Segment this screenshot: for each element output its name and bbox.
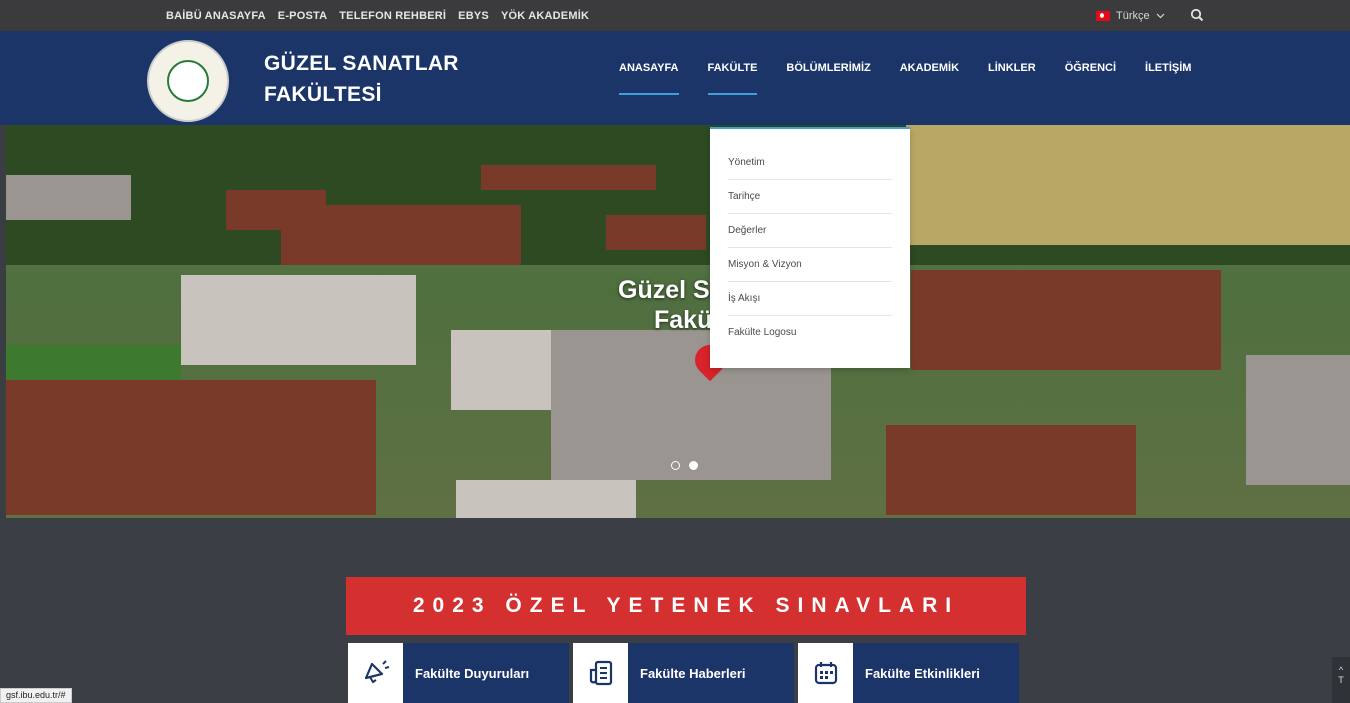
hero-title-line1: Güzel Sa xyxy=(618,276,724,304)
menu-item-tarihce[interactable]: Tarihçe xyxy=(728,180,892,214)
top-link-phonebook[interactable]: TELEFON REHBERİ xyxy=(339,10,446,22)
quick-links: Fakülte Duyuruları Fakülte Haberleri Fak… xyxy=(348,643,1019,703)
site-name-line2: FAKÜLTESİ xyxy=(264,83,382,106)
nav-akademik[interactable]: AKADEMİK xyxy=(900,62,959,95)
hero-building xyxy=(886,425,1136,515)
language-label: Türkçe xyxy=(1116,9,1150,22)
fakulte-dropdown-menu: Yönetim Tarihçe Değerler Misyon & Vizyon… xyxy=(710,127,910,368)
nav-bolumlerimiz[interactable]: BÖLÜMLERİMİZ xyxy=(786,62,870,95)
logo-emblem-icon xyxy=(167,60,209,102)
newspaper-icon xyxy=(573,643,628,703)
turkey-flag-icon xyxy=(1096,10,1110,21)
hero-building xyxy=(1246,355,1350,485)
hero-building xyxy=(606,215,706,250)
menu-item-is-akisi[interactable]: İş Akışı xyxy=(728,282,892,316)
chevron-up-icon: ^ xyxy=(1338,665,1344,675)
nav-ogrenci[interactable]: ÖĞRENCİ xyxy=(1065,62,1116,95)
menu-item-misyon-vizyon[interactable]: Misyon & Vizyon xyxy=(728,248,892,282)
menu-item-degerler[interactable]: Değerler xyxy=(728,214,892,248)
menu-item-yonetim[interactable]: Yönetim xyxy=(728,146,892,180)
nav-fakulte[interactable]: FAKÜLTE xyxy=(707,62,757,95)
card-events-label: Fakülte Etkinlikleri xyxy=(865,665,980,681)
hero-title-line2: Fakü xyxy=(654,306,713,334)
top-links: BAİBÜ ANASAYFA E-POSTA TELEFON REHBERİ E… xyxy=(166,0,589,31)
calendar-icon xyxy=(798,643,853,703)
hero-building xyxy=(6,380,376,515)
hero-fields-backdrop xyxy=(906,125,1350,245)
card-events[interactable]: Fakülte Etkinlikleri xyxy=(798,643,1019,703)
page: BAİBÜ ANASAYFA E-POSTA TELEFON REHBERİ E… xyxy=(0,0,1350,703)
megaphone-icon xyxy=(348,643,403,703)
top-link-email[interactable]: E-POSTA xyxy=(278,10,327,22)
back-to-top-label: T xyxy=(1338,675,1344,685)
hero-building xyxy=(911,270,1221,370)
hero-building xyxy=(456,480,636,518)
top-link-ebys[interactable]: EBYS xyxy=(458,10,489,22)
hero-title: Güzel Sa Fakü xyxy=(618,275,724,335)
slider-dot-active[interactable] xyxy=(689,461,698,470)
chevron-down-icon xyxy=(1156,13,1165,18)
university-logo[interactable] xyxy=(147,40,229,122)
nav-iletisim[interactable]: İLETİŞİM xyxy=(1145,62,1191,95)
menu-item-fakulte-logosu[interactable]: Fakülte Logosu xyxy=(728,316,892,350)
card-announcements[interactable]: Fakülte Duyuruları xyxy=(348,643,569,703)
site-name[interactable]: GÜZEL SANATLAR FAKÜLTESİ xyxy=(264,48,459,110)
hero-slider[interactable]: Güzel Sa Fakü xyxy=(6,125,1350,518)
slider-dot[interactable] xyxy=(671,461,680,470)
hero-building xyxy=(451,330,561,410)
main-nav: ANASAYFA FAKÜLTE BÖLÜMLERİMİZ AKADEMİK L… xyxy=(619,62,1220,95)
special-talent-exam-banner[interactable]: 2023 ÖZEL YETENEK SINAVLARI xyxy=(346,577,1026,635)
top-link-yok-akademik[interactable]: YÖK AKADEMİK xyxy=(501,10,589,22)
site-header: GÜZEL SANATLAR FAKÜLTESİ ANASAYFA FAKÜLT… xyxy=(0,31,1350,125)
nav-anasayfa[interactable]: ANASAYFA xyxy=(619,62,679,95)
language-selector[interactable]: Türkçe xyxy=(1096,0,1165,31)
back-to-top-button[interactable]: ^ T xyxy=(1332,657,1350,703)
search-icon[interactable] xyxy=(1190,8,1204,22)
hero-building xyxy=(226,190,326,230)
card-news-label: Fakülte Haberleri xyxy=(640,665,746,681)
top-utility-bar: BAİBÜ ANASAYFA E-POSTA TELEFON REHBERİ E… xyxy=(0,0,1350,31)
hero-building xyxy=(6,175,131,220)
card-news[interactable]: Fakülte Haberleri xyxy=(573,643,794,703)
hero-building xyxy=(181,275,416,365)
card-announcements-label: Fakülte Duyuruları xyxy=(415,665,530,681)
browser-status-url: gsf.ibu.edu.tr/# xyxy=(0,688,72,703)
slider-dots xyxy=(671,461,698,470)
nav-linkler[interactable]: LİNKLER xyxy=(988,62,1036,95)
hero-building xyxy=(481,165,656,190)
top-link-baibu-home[interactable]: BAİBÜ ANASAYFA xyxy=(166,10,266,22)
site-name-line1: GÜZEL SANATLAR xyxy=(264,52,459,75)
